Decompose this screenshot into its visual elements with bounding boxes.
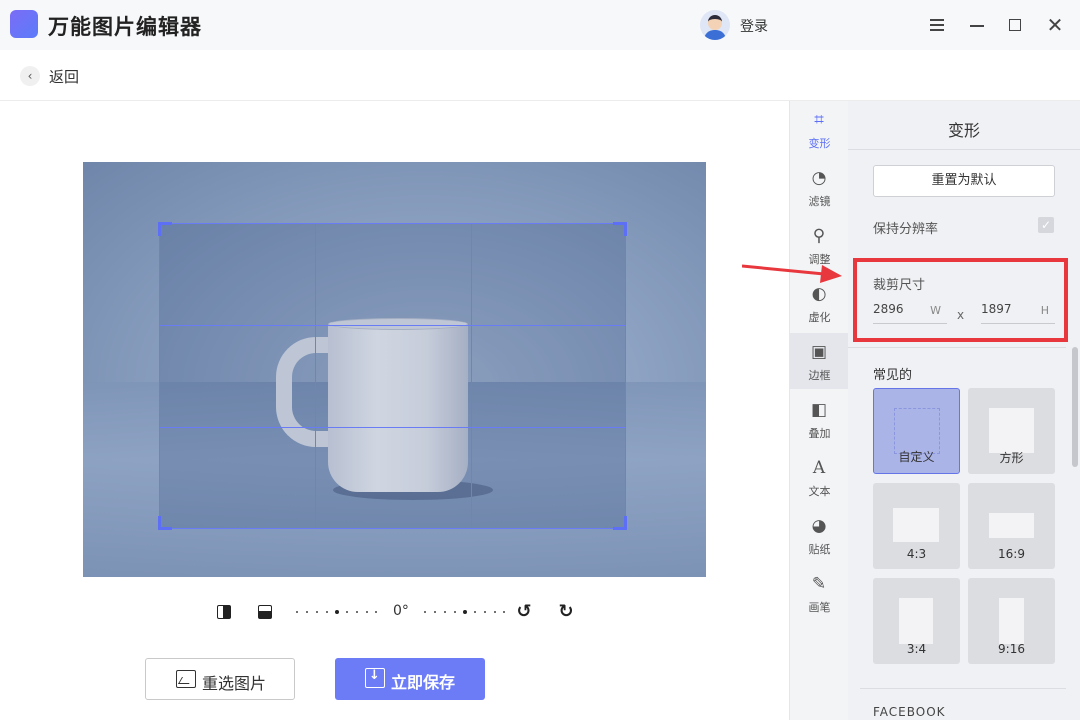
panel-title: 变形	[947, 121, 980, 140]
annotation-arrow-icon	[742, 264, 842, 283]
dimension-separator: x	[957, 308, 965, 322]
crop-height-value: 1897	[981, 302, 1012, 316]
reselect-image-label: 重选图片	[202, 674, 267, 693]
crop-grid-line	[160, 427, 625, 428]
tool-overlay[interactable]: ◧ 叠加	[790, 395, 849, 451]
tool-blur[interactable]: ◐ 虚化	[790, 279, 849, 335]
preset-label: 方形	[999, 451, 1024, 465]
maximize-icon[interactable]	[1004, 14, 1026, 36]
rotate-right-icon[interactable]: ↻	[556, 602, 576, 622]
brush-icon: ✎	[811, 574, 827, 594]
crop-icon: ⌗	[814, 110, 824, 130]
crop-handle-top-left[interactable]	[158, 222, 172, 236]
divider	[848, 347, 1066, 348]
crop-frame[interactable]	[158, 222, 627, 530]
tool-label: 变形	[808, 137, 831, 150]
tool-sticker[interactable]: ◕ 贴纸	[790, 511, 849, 567]
rotation-slider-left[interactable]	[294, 603, 378, 621]
keep-resolution-label: 保持分辨率	[873, 222, 939, 237]
panel-scrollbar[interactable]	[1072, 347, 1078, 467]
rotation-angle: 0°	[393, 603, 409, 619]
image-icon	[176, 670, 196, 688]
user-avatar[interactable]	[700, 10, 730, 40]
tool-label: 虚化	[808, 311, 831, 324]
preset-shape	[999, 598, 1024, 644]
crop-width-value: 2896	[873, 302, 904, 316]
preset-3-4[interactable]: 3:4	[873, 578, 960, 664]
app-title: 万能图片编辑器	[48, 15, 202, 39]
app-logo-icon	[10, 10, 38, 38]
crop-grid-line	[471, 224, 472, 528]
rotate-left-icon[interactable]: ↺	[514, 602, 534, 622]
preset-label: 自定义	[898, 450, 935, 464]
crop-handle-bottom-right[interactable]	[613, 516, 627, 530]
crop-height-input[interactable]: 1897 H	[981, 302, 1055, 324]
minimize-icon[interactable]	[966, 14, 988, 36]
divider	[848, 149, 1080, 150]
preset-9-16[interactable]: 9:16	[968, 578, 1055, 664]
divider	[860, 688, 1066, 689]
common-presets-label: 常见的	[873, 368, 913, 383]
crop-size-label: 裁剪尺寸	[873, 278, 926, 293]
menu-icon[interactable]	[926, 14, 948, 36]
preset-label: 4:3	[906, 547, 927, 561]
crop-handle-bottom-left[interactable]	[158, 516, 172, 530]
preset-label: 16:9	[998, 547, 1025, 561]
back-button[interactable]: 返回	[49, 66, 79, 87]
preset-custom[interactable]: 自定义	[873, 388, 960, 474]
save-now-label: 立即保存	[391, 673, 456, 692]
title-bar: 万能图片编辑器 登录 ✕	[0, 0, 1080, 50]
tool-label: 边框	[808, 369, 831, 382]
crop-grid-line	[315, 224, 316, 528]
preset-square[interactable]: 方形	[968, 388, 1055, 474]
flip-horizontal-icon[interactable]	[215, 603, 233, 621]
tool-rail: ⌗ 变形 ◔ 滤镜 ⚲ 调整 ◐ 虚化 ▣ 边框 ◧ 叠加 A 文本 ◕ 贴纸 …	[789, 101, 849, 720]
crop-grid-line	[160, 325, 625, 326]
tool-border[interactable]: ▣ 边框	[790, 333, 849, 389]
flip-vertical-icon[interactable]	[256, 603, 274, 621]
tool-transform[interactable]: ⌗ 变形	[790, 105, 849, 161]
transform-panel: 变形 重置为默认 保持分辨率 ✓ 裁剪尺寸 2896 W x 1897 H 常见…	[848, 101, 1080, 720]
tool-label: 叠加	[808, 427, 831, 440]
tool-label: 贴纸	[808, 543, 831, 556]
login-link[interactable]: 登录	[740, 16, 768, 36]
save-now-button[interactable]: 立即保存	[335, 658, 485, 700]
facebook-presets-label: FACEBOOK	[873, 705, 946, 719]
reset-default-button[interactable]: 重置为默认	[873, 165, 1055, 197]
preset-4-3[interactable]: 4:3	[873, 483, 960, 569]
chevron-left-icon[interactable]: ‹	[20, 66, 40, 86]
close-icon[interactable]: ✕	[1044, 14, 1066, 36]
keep-resolution-checkbox[interactable]: ✓	[1038, 217, 1054, 233]
crop-size-section: 裁剪尺寸 2896 W x 1897 H	[853, 258, 1068, 342]
preset-16-9[interactable]: 16:9	[968, 483, 1055, 569]
adjust-icon: ⚲	[812, 226, 826, 246]
rotation-slider-right[interactable]	[422, 603, 506, 621]
preset-shape	[989, 513, 1034, 538]
download-icon	[365, 668, 385, 688]
blur-icon: ◐	[811, 284, 827, 304]
tool-label: 滤镜	[808, 195, 831, 208]
preset-shape	[899, 598, 933, 644]
tool-label: 文本	[808, 485, 831, 498]
tool-label: 画笔	[808, 601, 831, 614]
crop-height-unit: H	[1040, 304, 1049, 317]
crop-width-input[interactable]: 2896 W	[873, 302, 947, 324]
tool-brush[interactable]: ✎ 画笔	[790, 569, 849, 625]
tool-filter[interactable]: ◔ 滤镜	[790, 163, 849, 219]
sticker-icon: ◕	[811, 516, 827, 536]
text-icon: A	[812, 458, 826, 478]
border-icon: ▣	[810, 342, 828, 362]
back-bar: ‹ 返回	[0, 50, 1080, 101]
filter-icon: ◔	[811, 168, 827, 188]
preset-label: 3:4	[906, 642, 927, 656]
preset-shape	[989, 408, 1034, 453]
crop-width-unit: W	[930, 304, 941, 317]
reselect-image-button[interactable]: 重选图片	[145, 658, 295, 700]
preset-label: 9:16	[998, 642, 1025, 656]
overlay-icon: ◧	[810, 400, 828, 420]
tool-text[interactable]: A 文本	[790, 453, 849, 509]
crop-handle-top-right[interactable]	[613, 222, 627, 236]
preset-shape	[893, 508, 939, 542]
